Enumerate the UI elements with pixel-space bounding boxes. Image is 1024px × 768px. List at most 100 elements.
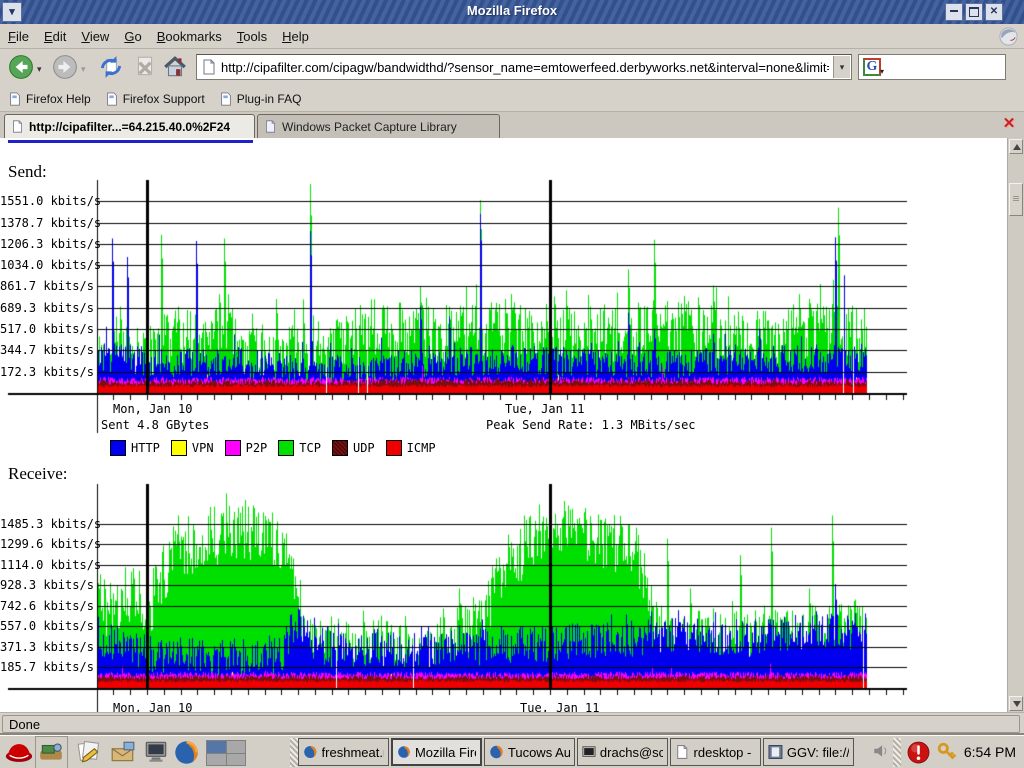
y-axis-tick-label: 689.3 kbits/s [0,301,92,315]
menu-edit[interactable]: Edit [44,29,66,44]
taskbar-window-freshmeat[interactable]: freshmeat.n [298,738,389,766]
y-axis-tick-label: 1034.0 kbits/s [0,258,92,272]
y-axis-tick-label: 371.3 kbits/s [0,640,92,654]
minimize-button[interactable] [945,3,963,21]
taskbar-window-tucows[interactable]: Tucows Aut [484,738,575,766]
menu-view[interactable]: View [81,29,109,44]
back-icon[interactable] [8,54,34,80]
legend-item-http: HTTP [110,440,160,456]
alert-notification-icon[interactable] [906,740,931,768]
send-bandwidth-chart [0,175,920,437]
receive-bandwidth-chart [0,482,920,712]
launcher-computer-icon[interactable] [143,739,170,766]
legend-item-tcp: TCP [278,440,321,456]
receive-x-label-mon: Mon, Jan 10 [113,701,192,712]
scrollbar-thumb[interactable] [1009,183,1023,216]
page-icon [201,59,217,75]
menu-bar: File Edit View Go Bookmarks Tools Help [0,24,1024,49]
document-icon [675,744,690,760]
taskbar-window-ggv[interactable]: GGV: file:/// [763,738,854,766]
reload-icon[interactable] [98,54,124,80]
home-icon[interactable] [162,54,188,80]
volume-icon[interactable] [872,742,890,765]
search-engine-dropdown-icon[interactable]: ▾ [880,67,884,76]
bookmark-icon [105,92,119,106]
menu-help[interactable]: Help [282,29,309,44]
receive-x-label-tue: Tue, Jan 11 [520,701,599,712]
taskbar-clock: 6:54 PM [964,744,1016,760]
google-search-icon: G [863,58,881,76]
firefox-icon [489,744,504,760]
bookmark-firefox-help[interactable]: Firefox Help [8,92,91,106]
chart-legend: HTTP VPN P2P TCP UDP ICMP [110,440,436,456]
maximize-button[interactable] [965,3,983,21]
y-axis-tick-label: 1378.7 kbits/s [0,216,92,230]
back-dropdown-icon[interactable]: ▾ [37,64,42,75]
menu-file[interactable]: File [8,29,29,44]
tab-page-icon [264,120,277,133]
key-icon[interactable] [936,741,958,768]
red-hat-menu-icon[interactable] [4,739,31,766]
y-axis-tick-label: 1299.6 kbits/s [0,537,92,551]
tab-page-icon [11,120,24,133]
menu-go[interactable]: Go [124,29,141,44]
window-titlebar[interactable]: ▾ Mozilla Firefox ✕ [0,0,1024,25]
y-axis-tick-label: 742.6 kbits/s [0,599,92,613]
search-box[interactable]: G ▾ [858,54,1006,80]
throbber-icon [997,25,1020,48]
url-bar[interactable]: ▾ [196,54,852,80]
taskbar-window-terminal[interactable]: drachs@sc8 [577,738,668,766]
y-axis-tick-label: 517.0 kbits/s [0,322,92,336]
legend-item-icmp: ICMP [386,440,436,456]
terminal-icon [582,744,596,760]
taskbar-window-rdesktop[interactable]: rdesktop - 1 [670,738,761,766]
tcp-swatch [278,440,294,456]
bookmark-firefox-support[interactable]: Firefox Support [105,92,205,106]
y-axis-tick-label: 928.3 kbits/s [0,578,92,592]
bookmark-plugin-faq[interactable]: Plug-in FAQ [219,92,302,106]
legend-item-udp: UDP [332,440,375,456]
ggv-icon [768,744,783,760]
bookmark-icon [8,92,22,106]
navigation-toolbar: ▾ ▾ ▾ G ▾ [0,49,1024,87]
vertical-scrollbar[interactable] [1007,138,1024,712]
launcher-browser-icon[interactable] [38,739,65,766]
stop-icon[interactable] [132,54,158,80]
forward-icon[interactable] [52,54,78,80]
close-tab-icon[interactable]: ✕ [1000,115,1018,133]
scroll-up-icon[interactable] [1009,139,1023,154]
bookmarks-toolbar: Firefox Help Firefox Support Plug-in FAQ [0,86,1024,112]
y-axis-tick-label: 185.7 kbits/s [0,660,92,674]
y-axis-tick-label: 1485.3 kbits/s [0,517,92,531]
legend-item-p2p: P2P [225,440,268,456]
workspace-switcher[interactable] [206,740,246,766]
window-title: Mozilla Firefox [0,3,1024,18]
tray-drag-handle[interactable] [893,738,901,767]
page-content: Send: 1551.0 kbits/s1378.7 kbits/s1206.3… [0,138,1008,712]
desktop-screen: ▾ Mozilla Firefox ✕ File Edit View Go Bo… [0,0,1024,768]
menu-tools[interactable]: Tools [237,29,267,44]
panel-drag-handle[interactable] [290,738,298,767]
send-peak-rate-label: Peak Send Rate: 1.3 MBits/sec [486,418,696,432]
forward-dropdown-icon[interactable]: ▾ [81,64,86,75]
tab-bar: http://cipafilter...=64.215.40.0%2F24 Wi… [0,112,1024,139]
close-button[interactable]: ✕ [985,3,1003,21]
tab-windows-packet-capture[interactable]: Windows Packet Capture Library [257,114,500,138]
url-dropdown-icon[interactable]: ▾ [833,56,850,78]
launcher-writer-icon[interactable] [76,739,103,766]
url-input[interactable] [221,57,829,77]
y-axis-tick-label: 861.7 kbits/s [0,279,92,293]
menu-bookmarks[interactable]: Bookmarks [157,29,222,44]
y-axis-tick-label: 557.0 kbits/s [0,619,92,633]
legend-item-vpn: VPN [171,440,214,456]
tab-bandwidthd[interactable]: http://cipafilter...=64.215.40.0%2F24 [4,114,255,138]
y-axis-tick-label: 1206.3 kbits/s [0,237,92,251]
launcher-mail-icon[interactable] [110,739,137,766]
scroll-down-icon[interactable] [1009,696,1023,711]
y-axis-tick-label: 1114.0 kbits/s [0,558,92,572]
launcher-firefox-icon[interactable] [173,739,200,766]
status-text: Done [2,715,1020,733]
taskbar-window-mozilla-firefox[interactable]: Mozilla Firef [391,738,482,766]
receive-section-title: Receive: [8,464,67,484]
vpn-swatch [171,440,187,456]
